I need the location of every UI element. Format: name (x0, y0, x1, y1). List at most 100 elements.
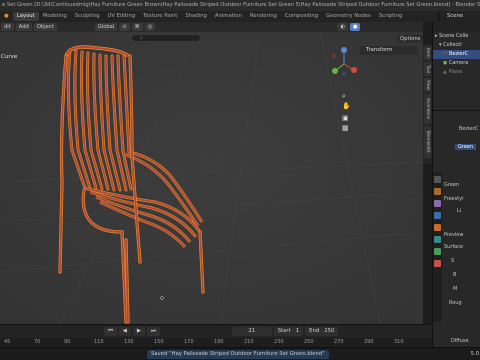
blender-menu-icon[interactable]: ● (0, 12, 13, 21)
options-dropdown[interactable]: Options (397, 35, 424, 43)
data-tab-icon[interactable] (434, 248, 441, 255)
start-frame-field[interactable]: Start 1 (273, 327, 304, 336)
render-tab-icon[interactable] (434, 188, 441, 195)
transform-label: Transform (366, 47, 393, 53)
window-title: e Set Green [D:\3d\Continuedmig\Hay Furn… (0, 0, 480, 11)
line-label: Li (457, 208, 462, 214)
surface-section[interactable]: Surface (444, 244, 463, 250)
solid-shading-icon[interactable]: ● (349, 23, 361, 31)
roughness-label: Roug (449, 300, 462, 306)
outliner-row-plane[interactable]: ▲ Plane (433, 68, 480, 77)
viewport-header: dit Add Object Global ⊙ ⌘ ◎ ◐ ● (0, 22, 423, 32)
right-panels: ▸ Scene Colle ▾ Collecti ◠ BezierC ◼ Cam… (432, 22, 480, 360)
outliner-row-bezier[interactable]: ◠ BezierC (433, 50, 480, 59)
tab-item[interactable]: Item (424, 46, 431, 60)
properties-object-name: BezierC (459, 126, 479, 132)
perspective-grid-icon[interactable]: ▦ (342, 124, 349, 132)
tab-blenderkit[interactable]: BlenderKit (424, 126, 431, 158)
frame-number: 310 (394, 339, 404, 345)
menu-edit[interactable]: dit (1, 23, 14, 31)
snap-icon[interactable]: ⌘ (131, 23, 143, 31)
menu-object[interactable]: Object (33, 23, 57, 31)
end-frame-field[interactable]: End 250 (305, 327, 339, 336)
menu-add[interactable]: Add (15, 23, 32, 31)
base-color-label: B (453, 272, 457, 278)
properties-tabs (433, 172, 442, 322)
camera-icon: ◼ (443, 60, 448, 66)
tab-sculpting[interactable]: Sculpting (71, 12, 104, 21)
tab-scripting[interactable]: Scripting (375, 12, 407, 21)
blender-window: e Set Green [D:\3d\Continuedmig\Hay Furn… (0, 0, 480, 360)
pivot-icon[interactable]: ⊙ (119, 23, 130, 31)
viewport-search-input[interactable]: ⌕ (131, 34, 201, 42)
timeline-frame-ruler[interactable]: 45 70 90 110 130 150 170 190 210 230 250… (0, 338, 432, 347)
frame-number: 290 (364, 339, 374, 345)
transform-panel-header[interactable]: Transform (360, 46, 418, 55)
tab-tool[interactable]: Tool (424, 62, 431, 76)
tab-compositing[interactable]: Compositing (281, 12, 322, 21)
world-tab-icon[interactable] (434, 212, 441, 219)
tab-modeling[interactable]: Modeling (39, 12, 71, 21)
frame-number: 110 (94, 339, 104, 345)
tab-geometry-nodes[interactable]: Geometry Nodes (322, 12, 375, 21)
object-tab-icon[interactable] (434, 224, 441, 231)
surface-label: S (451, 258, 455, 264)
sidebar-tabs: Item Tool View Animation BlenderKit (423, 44, 432, 164)
jump-end-icon[interactable]: ⏭ (146, 327, 160, 336)
tab-uv-editing[interactable]: UV Editing (103, 12, 139, 21)
viewport-object-label: Curve (1, 54, 18, 60)
play-reverse-icon[interactable]: ◀ (118, 327, 131, 336)
current-frame-field[interactable]: 21 (231, 327, 272, 336)
modifier-tab-icon[interactable] (434, 236, 441, 243)
tab-animation[interactable]: Animation (211, 12, 246, 21)
tab-animation-side[interactable]: Animation (424, 94, 431, 124)
transform-orientation[interactable]: Global (94, 23, 118, 31)
scene-selector[interactable]: Scene (438, 11, 480, 22)
diffuse-section[interactable]: Diffuse (451, 338, 469, 344)
tab-shading[interactable]: Shading (181, 12, 211, 21)
metallic-label: M (453, 286, 458, 292)
outliner-row-collection[interactable]: ▾ Collecti (433, 41, 480, 50)
axis-gizmo-icon[interactable] (330, 44, 370, 136)
viewport-shading-icon[interactable]: ◐ (337, 23, 348, 31)
tab-layout[interactable]: Layout (12, 12, 39, 21)
material-slot[interactable]: Green (455, 144, 477, 150)
tab-rendering[interactable]: Rendering (246, 12, 281, 21)
play-icon[interactable]: ▶ (132, 327, 145, 336)
output-tab-icon[interactable] (434, 200, 441, 207)
blender-version: 5.0 (470, 351, 479, 357)
outliner-row-camera[interactable]: ◼ Camera (433, 59, 480, 68)
save-status-message: Saved "Hay Palissade Striped Outdoor Fur… (147, 350, 329, 359)
frame-number: 90 (64, 339, 71, 345)
status-bar: Saved "Hay Palissade Striped Outdoor Fur… (0, 347, 480, 360)
frame-number: 70 (34, 339, 41, 345)
freestyle-section[interactable]: Freestyl (444, 196, 464, 202)
panel-divider (433, 110, 480, 111)
tool-tab-icon[interactable] (434, 176, 441, 183)
orientation-label: Global (97, 24, 115, 30)
tab-view[interactable]: View (424, 78, 431, 92)
timeline-header: ⏮ ◀ ▶ ⏭ 21 Start 1 End 250 (0, 324, 432, 338)
outliner-row-scene-collection[interactable]: ▸ Scene Colle (433, 32, 480, 41)
scene-label: Scene (447, 13, 464, 19)
preview-section[interactable]: Preview (444, 232, 463, 238)
material-name-field[interactable]: Green (444, 182, 459, 188)
zoom-icon[interactable]: ⌕ (342, 92, 346, 101)
jump-start-icon[interactable]: ⏮ (104, 327, 117, 336)
mesh-icon: ▲ (443, 69, 447, 75)
navigation-gizmo[interactable]: ⌕ ✋ ▣ ▦ (330, 44, 370, 136)
frame-number: 170 (184, 339, 194, 345)
frame-number: 230 (274, 339, 284, 345)
frame-number: 250 (304, 339, 314, 345)
frame-number: 130 (124, 339, 134, 345)
camera-view-icon[interactable]: ▣ (342, 114, 349, 122)
tab-texture-paint[interactable]: Texture Paint (139, 12, 181, 21)
frame-number: 270 (334, 339, 344, 345)
frame-number: 45 (4, 339, 11, 345)
pan-hand-icon[interactable]: ✋ (342, 102, 351, 110)
frame-number: 150 (154, 339, 164, 345)
frame-number: 190 (214, 339, 224, 345)
frame-number: 210 (244, 339, 254, 345)
material-tab-icon[interactable] (434, 260, 441, 267)
proportional-icon[interactable]: ◎ (144, 23, 156, 31)
